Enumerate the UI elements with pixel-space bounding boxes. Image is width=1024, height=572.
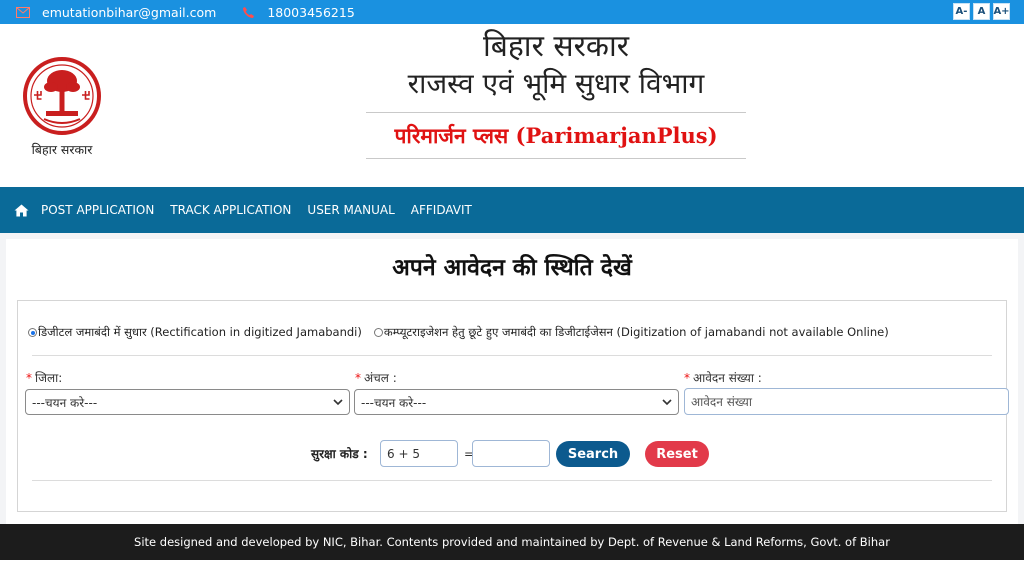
- radio-selected-indicator[interactable]: [28, 328, 37, 337]
- search-button[interactable]: Search: [556, 441, 630, 467]
- nav-track-application[interactable]: TRACK APPLICATION: [170, 203, 291, 217]
- security-code-answer-input[interactable]: [472, 440, 550, 467]
- font-size-controls: A- A A+: [953, 3, 1010, 20]
- email-contact[interactable]: emutationbihar@gmail.com: [16, 5, 216, 20]
- bottom-strip: [0, 560, 1024, 572]
- title-block: बिहार सरकार राजस्व एवं भूमि सुधार विभाग …: [366, 28, 746, 159]
- phone-contact[interactable]: 18003456215: [242, 4, 355, 20]
- circle-label-text: अंचल :: [364, 371, 397, 385]
- radio-rectification-label: डिजीटल जमाबंदी में सुधार (Rectification …: [38, 325, 362, 339]
- font-normal-button[interactable]: A: [973, 3, 990, 20]
- radio-rectification[interactable]: डिजीटल जमाबंदी में सुधार (Rectification …: [28, 325, 362, 340]
- required-marker: *: [26, 371, 32, 385]
- status-form: डिजीटल जमाबंदी में सुधार (Rectification …: [17, 300, 1009, 512]
- top-bar: emutationbihar@gmail.com 18003456215 A- …: [0, 0, 1024, 24]
- reset-button[interactable]: Reset: [645, 441, 709, 467]
- site-title-line1: बिहार सरकार: [482, 29, 630, 64]
- divider: [32, 480, 992, 481]
- site-subtitle: परिमार्जन प्लस (ParimarjanPlus): [394, 123, 718, 148]
- nav-user-manual[interactable]: USER MANUAL: [307, 203, 394, 217]
- footer-text: Site designed and developed by NIC, Biha…: [134, 535, 890, 549]
- main-content: अपने आवेदन की स्थिति देखें डिजीटल जमाबंद…: [0, 233, 1024, 524]
- phone-text: 18003456215: [267, 4, 355, 20]
- district-label-text: जिला:: [35, 371, 63, 385]
- home-icon: [14, 204, 29, 216]
- chevron-down-icon: [333, 399, 343, 406]
- font-decrease-button[interactable]: A-: [953, 3, 970, 20]
- home-link[interactable]: [14, 204, 29, 217]
- nav-post-application[interactable]: POST APPLICATION: [41, 203, 154, 217]
- circle-label: * अंचल :: [355, 369, 397, 386]
- security-code-label: सुरक्षा कोड :: [311, 447, 368, 461]
- radio-digitization[interactable]: कम्प्यूटराइजेशन हेतु छूटे हुए जमाबंदी का…: [373, 325, 889, 340]
- application-type-radios: डिजीटल जमाबंदी में सुधार (Rectification …: [28, 325, 1000, 340]
- phone-icon: [243, 6, 255, 18]
- radio-digitization-label: कम्प्यूटराइजेशन हेतु छूटे हुए जमाबंदी का…: [383, 325, 889, 339]
- site-header: बिहार सरकार बिहार सरकार राजस्व एवं भूमि …: [0, 24, 1024, 187]
- site-footer: Site designed and developed by NIC, Biha…: [0, 524, 1024, 560]
- application-number-label-text: आवेदन संख्या :: [693, 371, 762, 385]
- application-number-label: * आवेदन संख्या :: [684, 369, 762, 386]
- required-marker: *: [355, 371, 361, 385]
- circle-select-value: ---चयन करे---: [361, 395, 427, 410]
- security-code-text: 6 + 5: [387, 446, 420, 461]
- content-panel: अपने आवेदन की स्थिति देखें डिजीटल जमाबंद…: [6, 239, 1018, 524]
- email-text: emutationbihar@gmail.com: [42, 4, 217, 20]
- district-select[interactable]: ---चयन करे---: [25, 389, 350, 415]
- application-number-placeholder: आवेदन संख्या: [691, 395, 752, 409]
- radio-unselected-indicator[interactable]: [373, 328, 383, 337]
- font-increase-button[interactable]: A+: [993, 3, 1010, 20]
- page-title: अपने आवेदन की स्थिति देखें: [392, 254, 632, 281]
- application-number-input[interactable]: आवेदन संख्या: [684, 388, 1009, 415]
- main-nav: POST APPLICATION TRACK APPLICATION USER …: [0, 187, 1024, 233]
- bihar-emblem-logo-icon: [23, 57, 101, 135]
- emblem-label: बिहार सरकार: [31, 142, 93, 157]
- mail-icon: [16, 6, 30, 18]
- divider: [32, 355, 992, 356]
- chevron-down-icon: [662, 399, 672, 406]
- bihar-emblem: बिहार सरकार: [16, 57, 108, 158]
- district-label: * जिला:: [26, 369, 62, 386]
- circle-select[interactable]: ---चयन करे---: [354, 389, 679, 415]
- district-select-value: ---चयन करे---: [32, 395, 98, 410]
- security-code-question: 6 + 5: [380, 440, 458, 467]
- site-title-line2: राजस्व एवं भूमि सुधार विभाग: [407, 67, 705, 100]
- subtitle-wrapper: परिमार्जन प्लस (ParimarjanPlus): [366, 112, 746, 159]
- required-marker: *: [684, 371, 690, 385]
- nav-affidavit[interactable]: AFFIDAVIT: [411, 203, 472, 217]
